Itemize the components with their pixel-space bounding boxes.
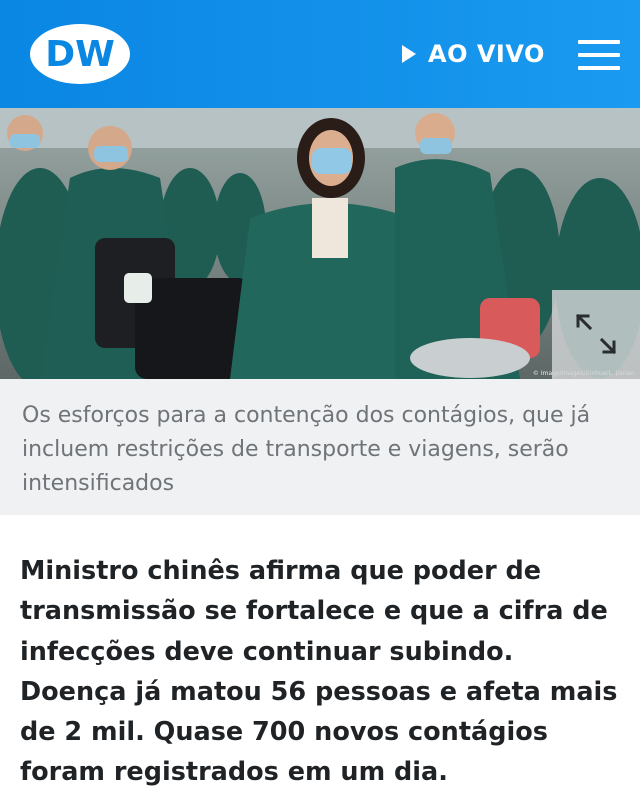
play-icon	[402, 45, 416, 63]
travelers-photo-illustration	[0, 108, 640, 379]
dw-logo[interactable]: DW	[28, 22, 132, 86]
live-label: AO VIVO	[428, 40, 545, 68]
live-button[interactable]: AO VIVO	[402, 36, 545, 72]
photo-caption: Os esforços para a contenção dos contági…	[0, 379, 640, 515]
expand-arrows-icon	[575, 313, 617, 355]
hamburger-menu-icon[interactable]	[578, 40, 620, 70]
article-lead: Ministro chinês afirma que poder de tran…	[20, 556, 618, 788]
article-photo[interactable]: © Imago/Images/Xinhua/L. Jianan	[0, 108, 640, 379]
expand-image-button[interactable]	[552, 290, 640, 379]
site-header: DW AO VIVO	[0, 0, 640, 108]
svg-text:DW: DW	[45, 34, 115, 75]
